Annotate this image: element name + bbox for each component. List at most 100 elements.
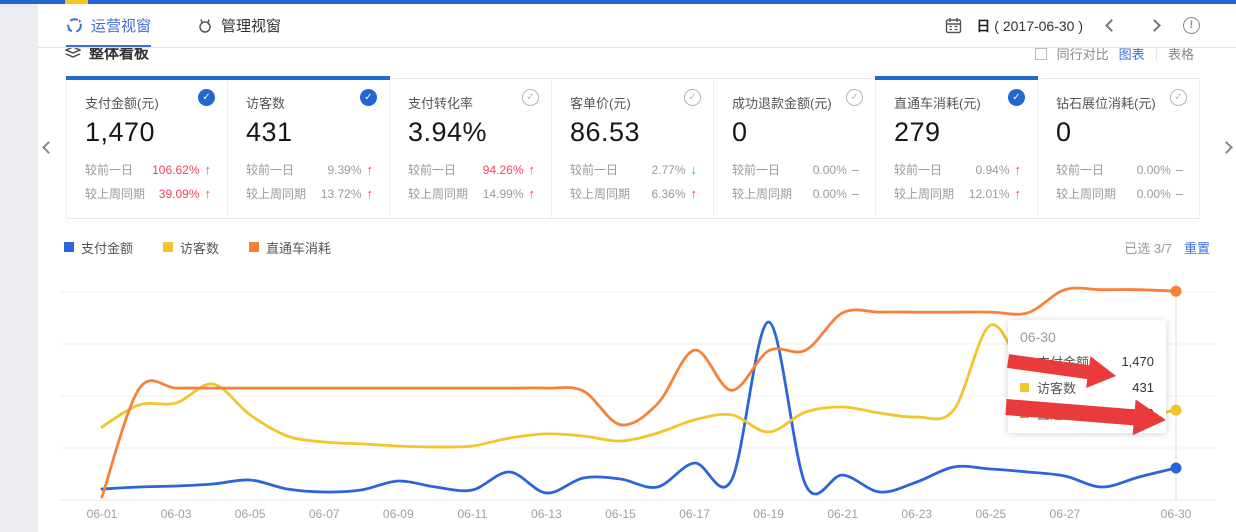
card-check-icon[interactable]: ✓ (360, 89, 377, 106)
compare-label: 较前一日 (1056, 161, 1104, 178)
tab-label: 运营视窗 (91, 15, 151, 36)
reset-link[interactable]: 重置 (1184, 238, 1210, 257)
card-compare-row: 较前一日106.62%↑ (85, 161, 211, 178)
compare-label: 较上周同期 (894, 185, 954, 202)
calendar-icon[interactable] (945, 17, 962, 34)
x-axis-tick: 06-07 (309, 507, 340, 521)
dashboard-page: 整体看板 同行对比 图表 | 表格 运营视窗 管理视窗 (0, 0, 1236, 532)
card-check-icon[interactable]: ✓ (198, 89, 215, 106)
card-accent-bar (227, 76, 390, 80)
card-compare-row: 较上周同期12.01%↑ (894, 185, 1021, 202)
card-compare-row: 较上周同期 14.99% ↑ (408, 185, 535, 202)
sync-circle-icon (66, 17, 83, 34)
tab-operations-view[interactable]: 运营视窗 (66, 4, 151, 47)
date-selector[interactable]: 日 ( 2017-06-30 ) (976, 16, 1083, 36)
trend-up-icon: ↑ (1015, 186, 1022, 201)
legend-swatch (249, 242, 259, 252)
card-value: 431 (246, 117, 373, 148)
card-value: 1,470 (85, 117, 211, 148)
tab-management-view[interactable]: 管理视窗 (197, 4, 281, 47)
x-axis-tick: 06-15 (605, 507, 636, 521)
top-header: 运营视窗 管理视窗 日 ( 2017-06-30 ) ! (38, 4, 1236, 48)
kpi-card[interactable]: 客单价(元)✓86.53较前一日2.77%↓较上周同期6.36%↑ (552, 78, 714, 218)
selected-count: 已选 3/7 (1124, 238, 1172, 257)
legend-swatch (64, 242, 74, 252)
x-axis-tick: 06-21 (827, 507, 858, 521)
card-check-icon[interactable]: ✓ (1170, 89, 1187, 106)
trend-flat-icon: – (852, 186, 859, 201)
info-icon[interactable]: ! (1183, 17, 1200, 34)
kpi-card[interactable]: 支付转化率✓3.94%较前一日94.26%↑较上周同期14.99%↑ (390, 78, 552, 218)
next-date-button[interactable] (1140, 13, 1169, 39)
compare-value: 0.00% (1137, 187, 1171, 201)
tooltip-date: 06-30 (1020, 329, 1154, 345)
trend-down-icon: ↓ (691, 162, 698, 177)
cards-next-arrow[interactable] (1222, 139, 1231, 157)
card-accent-bar (875, 76, 1038, 80)
trend-up-icon: ↑ (691, 186, 698, 201)
x-axis-tick: 06-30 (1161, 507, 1192, 521)
card-compare-row: 较上周同期13.72%↑ (246, 185, 373, 202)
card-compare-row: 较上周同期0.00%– (1056, 185, 1183, 202)
card-check-icon[interactable]: ✓ (1008, 89, 1025, 106)
card-check-icon[interactable]: ✓ (684, 89, 701, 106)
prev-date-button[interactable] (1097, 13, 1126, 39)
card-compare-row: 较前一日94.26%↑ (408, 161, 535, 178)
card-title: 支付金额(元) (85, 93, 211, 112)
compare-label: 较前一日 (894, 161, 942, 178)
card-compare-row: 较前一日 9.39% ↑ (246, 161, 373, 178)
card-value: 0 (732, 117, 859, 148)
card-value: 0 (1056, 117, 1183, 148)
compare-label: 较上周同期 (408, 185, 468, 202)
x-axis-tick: 06-17 (679, 507, 710, 521)
card-compare-row: 较上周同期39.09%↑ (85, 185, 211, 202)
x-axis-tick: 06-19 (753, 507, 784, 521)
series-endpoint-dot (1171, 462, 1182, 473)
trend-flat-icon: – (1176, 186, 1183, 201)
card-value: 3.94% (408, 117, 535, 148)
card-check-icon[interactable]: ✓ (522, 89, 539, 106)
card-title: 成功退款金额(元) (732, 93, 859, 112)
peer-compare-checkbox[interactable] (1035, 48, 1047, 60)
x-axis-tick: 06-09 (383, 507, 414, 521)
kpi-card[interactable]: 成功退款金额(元)✓0较前一日0.00%–较上周同期0.00%– (714, 78, 876, 218)
legend-item[interactable]: 访客数 (163, 238, 219, 257)
trend-up-icon: ↑ (205, 186, 212, 201)
card-compare-row: 较上周同期 6.36% ↑ (570, 185, 697, 202)
red-annotation-arrow (1007, 354, 1116, 388)
trend-up-icon: ↑ (529, 186, 536, 201)
compare-label: 较上周同期 (570, 185, 630, 202)
left-gutter (0, 4, 38, 532)
x-axis-tick: 06-11 (457, 507, 487, 521)
compare-label: 较前一日 (85, 161, 133, 178)
kpi-card[interactable]: 支付金额(元)✓1,470较前一日106.62%↑较上周同期39.09%↑ (66, 78, 228, 218)
card-title: 客单价(元) (570, 93, 697, 112)
date-range: ( 2017-06-30 ) (994, 18, 1083, 34)
compare-value: 39.09% (159, 187, 200, 201)
x-axis-tick: 06-25 (975, 507, 1006, 521)
kpi-card-strip: 支付金额(元)✓1,470较前一日106.62%↑较上周同期39.09%↑访客数… (66, 78, 1200, 219)
legend-swatch (163, 242, 173, 252)
browser-loading-strip (0, 0, 1236, 4)
compare-value: 14.99% (483, 187, 524, 201)
trend-flat-icon: – (852, 162, 859, 177)
kpi-card[interactable]: 直通车消耗(元)✓279较前一日0.94%↑较上周同期12.01%↑ (876, 78, 1038, 218)
trend-up-icon: ↑ (205, 162, 212, 177)
compare-label: 较前一日 (246, 161, 294, 178)
card-title: 钻石展位消耗(元) (1056, 93, 1183, 112)
legend-item[interactable]: 支付金额 (64, 238, 133, 257)
card-value: 86.53 (570, 117, 697, 148)
series-endpoint-dot (1171, 286, 1182, 297)
card-check-icon[interactable]: ✓ (846, 89, 863, 106)
compare-label: 较前一日 (408, 161, 456, 178)
compare-value: 9.39% (327, 163, 361, 177)
legend-item[interactable]: 直通车消耗 (249, 238, 331, 257)
trend-up-icon: ↑ (367, 162, 374, 177)
red-annotation-arrow (1005, 399, 1166, 435)
compare-value: 6.36% (651, 187, 685, 201)
legend-label: 支付金额 (81, 238, 133, 257)
kpi-card[interactable]: 钻石展位消耗(元)✓ 0 较前一日 0.00%–较上周同期0.00%– (1038, 78, 1200, 218)
kpi-card[interactable]: 访客数✓431较前一日9.39%↑较上周同期13.72%↑ (228, 78, 390, 218)
compare-value: 0.00% (813, 187, 847, 201)
cards-prev-arrow[interactable] (44, 139, 53, 157)
